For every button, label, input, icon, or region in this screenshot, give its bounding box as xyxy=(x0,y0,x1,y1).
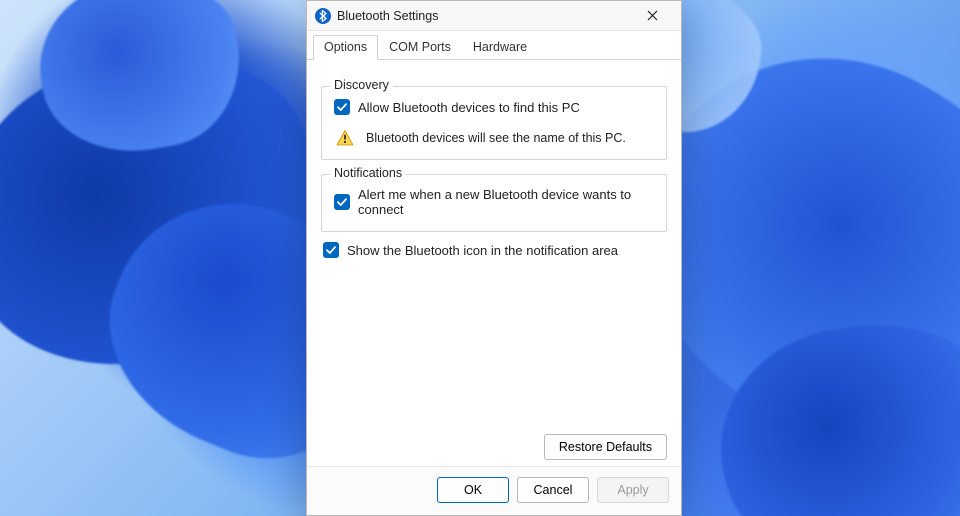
checkbox-row-allow-discovery[interactable]: Allow Bluetooth devices to find this PC xyxy=(334,99,654,115)
cancel-button[interactable]: Cancel xyxy=(517,477,589,503)
checkbox-alert-connect-label: Alert me when a new Bluetooth device wan… xyxy=(358,187,654,217)
apply-button[interactable]: Apply xyxy=(597,477,669,503)
checkmark-icon xyxy=(336,101,348,113)
ok-button[interactable]: OK xyxy=(437,477,509,503)
dialog-footer: OK Cancel Apply xyxy=(307,466,681,515)
group-discovery: Discovery Allow Bluetooth devices to fin… xyxy=(321,86,667,160)
checkbox-row-alert-connect[interactable]: Alert me when a new Bluetooth device wan… xyxy=(334,187,654,217)
tabbar: Options COM Ports Hardware xyxy=(307,31,681,60)
window-title: Bluetooth Settings xyxy=(337,9,630,23)
group-discovery-legend: Discovery xyxy=(330,78,393,92)
bluetooth-icon xyxy=(315,8,331,24)
titlebar: Bluetooth Settings xyxy=(307,1,681,31)
close-button[interactable] xyxy=(630,1,675,31)
discovery-warning-text: Bluetooth devices will see the name of t… xyxy=(366,131,626,145)
checkbox-alert-connect[interactable] xyxy=(334,194,350,210)
tab-options[interactable]: Options xyxy=(313,35,378,60)
group-notifications: Notifications Alert me when a new Blueto… xyxy=(321,174,667,232)
checkbox-row-show-tray-icon[interactable]: Show the Bluetooth icon in the notificat… xyxy=(323,242,667,258)
bluetooth-settings-dialog: Bluetooth Settings Options COM Ports Har… xyxy=(306,0,682,516)
desktop-background: Bluetooth Settings Options COM Ports Har… xyxy=(0,0,960,516)
restore-defaults-button[interactable]: Restore Defaults xyxy=(544,434,667,460)
group-notifications-legend: Notifications xyxy=(330,166,406,180)
tab-com-ports[interactable]: COM Ports xyxy=(378,35,462,59)
close-icon xyxy=(647,10,658,21)
checkmark-icon xyxy=(325,244,337,256)
checkbox-allow-discovery[interactable] xyxy=(334,99,350,115)
checkbox-allow-discovery-label: Allow Bluetooth devices to find this PC xyxy=(358,100,580,115)
tab-content-options: Discovery Allow Bluetooth devices to fin… xyxy=(307,60,681,428)
checkmark-icon xyxy=(336,196,348,208)
tab-hardware[interactable]: Hardware xyxy=(462,35,538,59)
checkbox-show-tray-icon[interactable] xyxy=(323,242,339,258)
checkbox-show-tray-icon-label: Show the Bluetooth icon in the notificat… xyxy=(347,243,618,258)
restore-defaults-row: Restore Defaults xyxy=(307,428,681,466)
discovery-warning: Bluetooth devices will see the name of t… xyxy=(334,129,654,147)
warning-icon xyxy=(336,129,354,147)
